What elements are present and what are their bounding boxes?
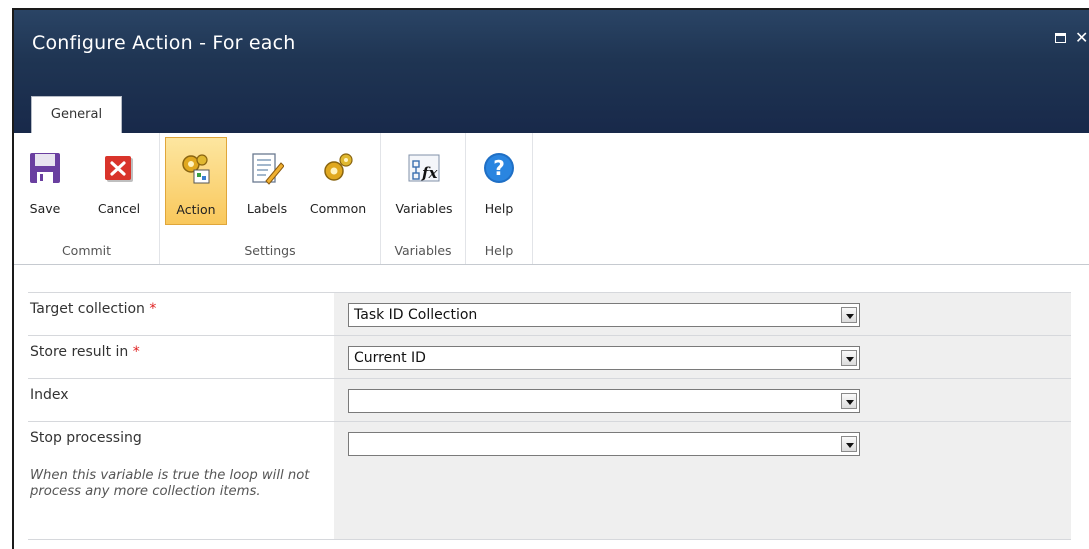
store-result-value: Current ID: [354, 350, 426, 366]
common-gears-icon: [324, 153, 353, 181]
value-cell: [334, 422, 1071, 539]
label-cell: Target collection *: [28, 293, 334, 335]
top-strip: [0, 0, 1089, 8]
help-question-icon: ?: [484, 153, 514, 183]
settings-form: Target collection * Task ID Collection S…: [28, 292, 1071, 540]
required-asterisk: *: [132, 344, 140, 360]
field-label-stop-processing: Stop processing: [30, 430, 142, 446]
save-disk-icon: [30, 153, 60, 183]
action-gears-icon: [182, 154, 210, 184]
maximize-button[interactable]: [1053, 30, 1069, 46]
variables-label: Variables: [395, 201, 453, 216]
dialog-title: Configure Action - For each: [32, 32, 296, 54]
screen: Configure Action - For each ✕ General Sa…: [0, 0, 1089, 549]
required-asterisk: *: [149, 301, 157, 317]
group-label-settings: Settings: [244, 243, 296, 258]
common-label: Common: [309, 201, 367, 216]
cancel-button[interactable]: Cancel: [90, 137, 148, 225]
value-cell: [334, 379, 1071, 421]
dropdown-arrow-icon[interactable]: [841, 350, 857, 366]
cancel-label: Cancel: [97, 201, 141, 216]
store-result-select[interactable]: Current ID: [348, 346, 860, 370]
configure-action-dialog: Configure Action - For each ✕ General Sa…: [12, 8, 1089, 549]
field-label-target-collection: Target collection *: [30, 301, 156, 317]
ribbon: Save Cancel Commit Action Labels Common …: [14, 133, 1089, 265]
value-cell: Current ID: [334, 336, 1071, 378]
labels-label: Labels: [246, 201, 288, 216]
index-select[interactable]: [348, 389, 860, 413]
form-row-stop-processing: Stop processing When this variable is tr…: [28, 421, 1071, 539]
save-button[interactable]: Save: [20, 137, 70, 225]
variables-button[interactable]: fx Variables: [386, 137, 462, 225]
dropdown-arrow-icon[interactable]: [841, 307, 857, 323]
labels-notepad-icon: [252, 153, 284, 185]
svg-text:?: ?: [493, 156, 505, 180]
value-cell: Task ID Collection: [334, 293, 1071, 335]
left-edge: [0, 8, 12, 549]
stop-processing-hint: When this variable is true the loop will…: [30, 468, 310, 499]
save-label: Save: [29, 201, 61, 216]
variables-fx-icon: fx: [408, 154, 440, 182]
target-collection-label: Target collection: [30, 301, 145, 317]
cancel-x-icon: [105, 156, 133, 182]
action-label: Action: [176, 202, 216, 217]
stop-processing-select[interactable]: [348, 432, 860, 456]
field-label-store-result: Store result in *: [30, 344, 140, 360]
form-row-index: Index: [28, 378, 1071, 421]
common-button[interactable]: Common: [301, 137, 375, 225]
group-label-variables: Variables: [394, 243, 452, 258]
form-bottom-divider: [28, 539, 1071, 540]
label-cell: Stop processing When this variable is tr…: [28, 422, 334, 539]
help-button[interactable]: ? Help: [474, 137, 524, 225]
maximize-icon: [1055, 33, 1066, 43]
ribbon-group-commit: Save Cancel Commit: [14, 133, 160, 264]
label-cell: Index: [28, 379, 334, 421]
tab-general[interactable]: General: [31, 96, 122, 133]
group-label-commit: Commit: [61, 243, 112, 258]
field-label-index: Index: [30, 387, 69, 403]
group-label-help: Help: [484, 243, 514, 258]
store-result-label: Store result in: [30, 344, 129, 360]
svg-text:fx: fx: [421, 164, 438, 182]
labels-button[interactable]: Labels: [241, 137, 293, 225]
target-collection-value: Task ID Collection: [354, 307, 478, 323]
form-row-target-collection: Target collection * Task ID Collection: [28, 292, 1071, 335]
form-row-store-result: Store result in * Current ID: [28, 335, 1071, 378]
dialog-titlebar: Configure Action - For each ✕ General: [14, 10, 1089, 133]
dropdown-arrow-icon[interactable]: [841, 436, 857, 452]
target-collection-select[interactable]: Task ID Collection: [348, 303, 860, 327]
close-button[interactable]: ✕: [1075, 30, 1089, 46]
ribbon-group-settings: Action Labels Common Settings: [160, 133, 381, 264]
ribbon-group-variables: fx Variables Variables: [381, 133, 466, 264]
dropdown-arrow-icon[interactable]: [841, 393, 857, 409]
ribbon-group-help: ? Help Help: [466, 133, 533, 264]
action-button[interactable]: Action: [165, 137, 227, 225]
help-label: Help: [484, 201, 514, 216]
label-cell: Store result in *: [28, 336, 334, 378]
close-icon: ✕: [1075, 28, 1089, 47]
